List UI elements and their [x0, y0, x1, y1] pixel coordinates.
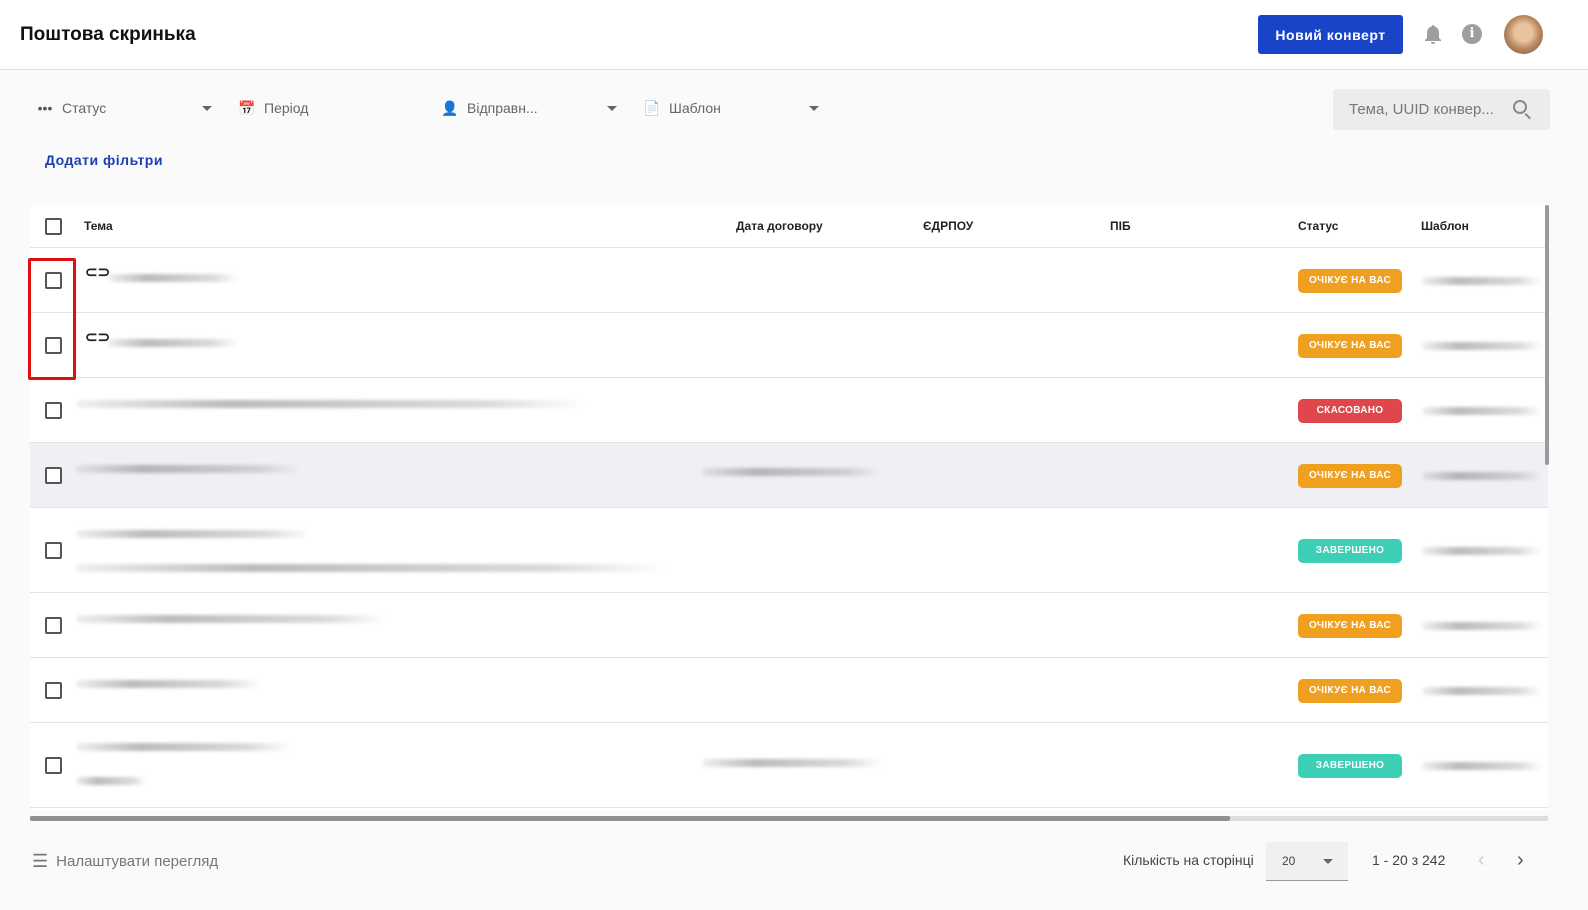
redacted-text [76, 465, 301, 473]
table-row[interactable]: ОЧІКУЄ НА ВАС [30, 593, 1548, 658]
sender-filter-label: Відправн... [467, 100, 538, 116]
template-filter[interactable]: 📄 Шаблон [641, 96, 721, 120]
envelopes-table: Тема Дата договору ЄДРПОУ ПІБ Статус Шаб… [30, 205, 1548, 810]
calendar-icon: 📅 [238, 99, 256, 116]
select-all-checkbox[interactable] [45, 218, 62, 235]
table-row[interactable]: СКАСОВАНО [30, 378, 1548, 443]
row-checkbox[interactable] [45, 756, 62, 774]
page-title: Поштова скринька [20, 24, 196, 45]
status-badge: ОЧІКУЄ НА ВАС [1298, 268, 1402, 293]
sliders-icon: ☰ [32, 851, 49, 871]
column-header-edrpou[interactable]: ЄДРПОУ [923, 219, 973, 233]
redacted-template [1422, 686, 1542, 695]
table-row[interactable]: ОЧІКУЄ НА ВАС [30, 443, 1548, 508]
row-checkbox[interactable] [45, 541, 62, 559]
per-page-label: Кількість на сторінці [1123, 852, 1254, 868]
redacted-text [76, 564, 666, 572]
chevron-down-icon[interactable] [202, 106, 212, 111]
table-row[interactable]: ЗАВЕРШЕНО [30, 723, 1548, 808]
horizontal-scrollbar[interactable] [30, 816, 1548, 821]
redacted-template [1422, 471, 1542, 480]
column-header-status[interactable]: Статус [1298, 219, 1338, 233]
highlight-box [28, 258, 76, 380]
person-icon: 👤 [441, 99, 459, 116]
chevron-down-icon[interactable] [607, 106, 617, 111]
redacted-text [76, 680, 261, 688]
redacted-text [108, 339, 238, 347]
template-filter-label: Шаблон [669, 100, 721, 116]
status-badge: ОЧІКУЄ НА ВАС [1298, 678, 1402, 703]
redacted-template [1422, 761, 1542, 770]
redacted-template [1422, 276, 1542, 285]
period-filter[interactable]: 📅 Період [236, 96, 308, 120]
next-page-button[interactable]: › [1517, 849, 1524, 872]
row-checkbox[interactable] [45, 401, 62, 419]
redacted-template [1422, 546, 1542, 555]
per-page-value: 20 [1282, 854, 1296, 868]
table-row[interactable]: ЗАВЕРШЕНО [30, 508, 1548, 593]
redacted-template [1422, 406, 1542, 415]
status-badge: ОЧІКУЄ НА ВАС [1298, 463, 1402, 488]
avatar[interactable] [1504, 15, 1543, 54]
redacted-text [108, 274, 238, 282]
scrollbar-thumb[interactable] [30, 816, 1230, 821]
redacted-template [1422, 341, 1542, 350]
table-row[interactable]: ⊂⊃ ОЧІКУЄ НА ВАС [30, 248, 1548, 313]
document-icon: 📄 [643, 99, 661, 116]
vertical-scrollbar[interactable] [1545, 205, 1549, 465]
link-icon: ⊂⊃ [85, 264, 111, 281]
status-dots-icon: ••• [37, 100, 53, 116]
pagination-range: 1 - 20 з 242 [1372, 852, 1446, 868]
row-checkbox[interactable] [45, 681, 62, 699]
chevron-down-icon [1323, 859, 1333, 864]
search-icon[interactable] [1513, 100, 1527, 114]
redacted-text [76, 530, 311, 538]
column-header-template[interactable]: Шаблон [1421, 219, 1469, 233]
app-header: Поштова скринька Новий конверт i [0, 0, 1588, 70]
column-header-subject[interactable]: Тема [84, 219, 113, 233]
sender-filter[interactable]: 👤 Відправн... [439, 96, 538, 120]
new-envelope-button[interactable]: Новий конверт [1258, 15, 1403, 54]
bell-icon[interactable] [1423, 24, 1443, 46]
status-badge: ЗАВЕРШЕНО [1298, 753, 1402, 778]
redacted-text [76, 615, 386, 623]
row-checkbox[interactable] [45, 616, 62, 634]
link-icon: ⊂⊃ [85, 329, 111, 346]
status-badge: ЗАВЕРШЕНО [1298, 538, 1402, 563]
redacted-text [702, 759, 882, 767]
redacted-text [76, 400, 586, 408]
chevron-down-icon[interactable] [809, 106, 819, 111]
status-badge: ОЧІКУЄ НА ВАС [1298, 333, 1402, 358]
status-filter-label: Статус [62, 100, 107, 116]
redacted-text [76, 777, 146, 785]
redacted-text [76, 743, 291, 751]
customize-view-label: Налаштувати перегляд [56, 853, 219, 870]
period-filter-label: Період [264, 100, 309, 116]
row-checkbox[interactable] [45, 466, 62, 484]
status-badge: СКАСОВАНО [1298, 398, 1402, 423]
redacted-text [702, 468, 882, 476]
status-filter[interactable]: ••• Статус [34, 96, 107, 120]
column-header-contract-date[interactable]: Дата договору [736, 219, 823, 233]
column-header-name[interactable]: ПІБ [1110, 219, 1131, 233]
table-row[interactable]: ⊂⊃ ОЧІКУЄ НА ВАС [30, 313, 1548, 378]
info-icon[interactable]: i [1462, 24, 1482, 44]
table-row[interactable]: ОЧІКУЄ НА ВАС [30, 658, 1548, 723]
per-page-select[interactable]: 20 [1266, 842, 1348, 881]
add-filters-link[interactable]: Додати фільтри [45, 152, 163, 168]
redacted-template [1422, 621, 1542, 630]
status-badge: ОЧІКУЄ НА ВАС [1298, 613, 1402, 638]
customize-view-button[interactable]: ☰ Налаштувати перегляд [32, 851, 218, 872]
prev-page-button[interactable]: ‹ [1478, 849, 1485, 872]
